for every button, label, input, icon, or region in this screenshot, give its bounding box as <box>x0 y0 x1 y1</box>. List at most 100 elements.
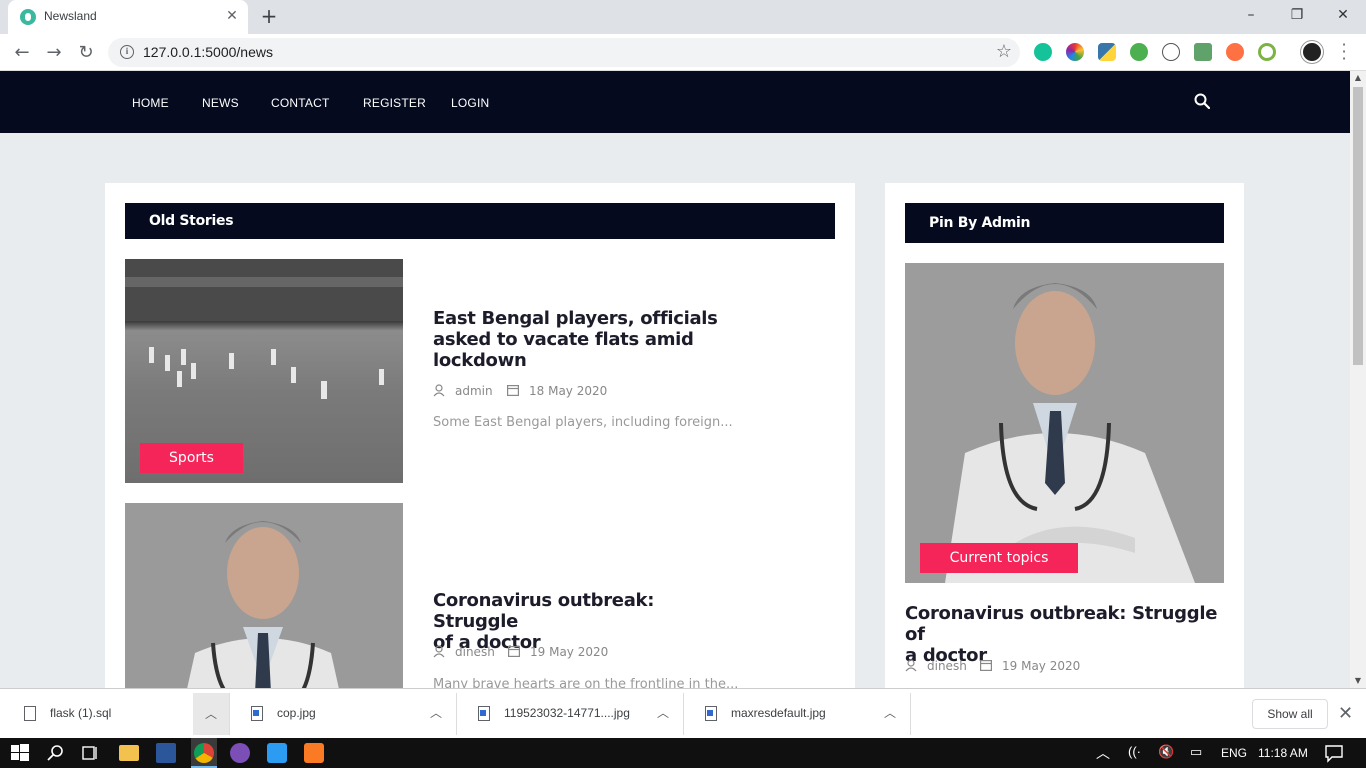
post-title[interactable]: East Bengal players, officials asked to … <box>433 308 733 371</box>
python-extension-icon[interactable] <box>1098 43 1116 61</box>
battery-icon[interactable]: ▭ <box>1190 744 1202 760</box>
address-url[interactable]: 127.0.0.1:5000/news <box>143 44 273 60</box>
section-title: Pin By Admin <box>929 215 1031 231</box>
title-line: Coronavirus outbreak: Struggle of <box>905 603 1218 645</box>
profile-avatar[interactable] <box>1301 41 1323 63</box>
nav-register[interactable]: REGISTER <box>363 96 426 110</box>
bookmark-star-icon[interactable]: ☆ <box>996 41 1012 62</box>
download-shelf: flask (1).sql ︿ cop.jpg ︿ 119523032-1477… <box>0 688 1366 738</box>
file-icon <box>24 706 36 721</box>
notifications-icon[interactable] <box>1324 743 1344 763</box>
download-item[interactable]: maxresdefault.jpg ︿ <box>685 693 911 735</box>
pinned-post-title[interactable]: Coronavirus outbreak: Struggle of a doct… <box>905 603 1224 666</box>
post-date: 18 May 2020 <box>529 384 608 398</box>
nav-login[interactable]: LOGIN <box>451 96 489 110</box>
post-author[interactable]: admin <box>455 384 493 398</box>
category-badge[interactable]: Current topics <box>920 543 1078 573</box>
download-filename[interactable]: maxresdefault.jpg <box>731 706 826 720</box>
chevron-up-icon[interactable]: ︿ <box>430 704 442 721</box>
reload-icon[interactable]: ↻ <box>72 39 100 67</box>
chevron-up-icon[interactable]: ︿ <box>193 693 229 735</box>
browser-tab-strip: Newsland ✕ + – ❐ ✕ <box>0 0 1366 34</box>
language-indicator[interactable]: ENG <box>1221 746 1247 760</box>
graduation-extension-icon[interactable] <box>1194 43 1212 61</box>
minimize-icon[interactable]: – <box>1228 0 1274 30</box>
download-filename[interactable]: flask (1).sql <box>50 706 111 720</box>
download-item[interactable]: 119523032-14771....jpg ︿ <box>458 693 684 735</box>
nav-news[interactable]: NEWS <box>202 96 239 110</box>
globe-extension-icon[interactable] <box>1130 43 1148 61</box>
scroll-thumb[interactable] <box>1353 87 1363 365</box>
windows-start-icon[interactable] <box>10 743 30 763</box>
pinned-card: Pin By Admin Current topics Coronavirus … <box>885 183 1244 688</box>
download-item[interactable]: cop.jpg ︿ <box>231 693 457 735</box>
scroll-up-icon[interactable]: ▲ <box>1350 71 1366 85</box>
page-scrollbar[interactable]: ▲ ▼ <box>1350 71 1366 688</box>
user-icon <box>433 645 445 658</box>
chevron-up-icon[interactable]: ︿ <box>657 704 669 721</box>
title-line: East Bengal players, officials <box>433 308 718 329</box>
post-author[interactable]: dinesh <box>927 659 967 673</box>
post-title[interactable]: Coronavirus outbreak: Struggle of a doct… <box>433 590 743 653</box>
browser-tab[interactable]: Newsland ✕ <box>8 0 248 34</box>
post-meta: admin 18 May 2020 <box>433 384 733 400</box>
post-date: 19 May 2020 <box>530 645 609 659</box>
post-excerpt: Some East Bengal players, including fore… <box>433 415 733 430</box>
volume-muted-icon[interactable]: 🔇 <box>1158 744 1174 760</box>
chrome-icon[interactable] <box>194 743 214 763</box>
address-bar[interactable]: i 127.0.0.1:5000/news ☆ <box>108 38 1020 67</box>
search-icon[interactable] <box>46 743 66 763</box>
restore-icon[interactable]: ❐ <box>1274 0 1320 30</box>
circle-extension-icon[interactable] <box>1258 43 1276 61</box>
chevron-up-icon[interactable]: ︿ <box>884 704 896 721</box>
back-icon[interactable]: ← <box>8 39 36 67</box>
doctor-illustration <box>945 283 1195 583</box>
show-hidden-icons-icon[interactable]: ︿ <box>1096 743 1110 763</box>
site-info-icon[interactable]: i <box>120 45 134 59</box>
post-date: 19 May 2020 <box>1002 659 1081 673</box>
doctor-image[interactable] <box>125 503 403 688</box>
nav-contact[interactable]: CONTACT <box>271 96 330 110</box>
wifi-icon[interactable]: ((· <box>1128 744 1141 759</box>
scroll-down-icon[interactable]: ▼ <box>1350 674 1366 688</box>
clock[interactable]: 11:18 AM <box>1258 746 1308 760</box>
pinned-doctor-image[interactable]: Current topics <box>905 263 1224 583</box>
calendar-icon <box>980 660 992 671</box>
search-icon[interactable] <box>1194 93 1210 109</box>
post-author[interactable]: dinesh <box>455 645 495 659</box>
browser-menu-icon[interactable]: · · · <box>1334 37 1354 67</box>
task-view-icon[interactable] <box>80 743 100 763</box>
color-picker-extension-icon[interactable] <box>1066 43 1084 61</box>
pinned-heading: Pin By Admin <box>905 203 1224 243</box>
code-extension-icon[interactable] <box>1162 43 1180 61</box>
show-all-button[interactable]: Show all <box>1252 699 1328 729</box>
site-navbar: HOME NEWS CONTACT REGISTER LOGIN <box>0 71 1350 133</box>
nav-home[interactable]: HOME <box>132 96 169 110</box>
file-explorer-icon[interactable] <box>119 745 139 761</box>
close-tab-icon[interactable]: ✕ <box>224 8 240 24</box>
download-filename[interactable]: 119523032-14771....jpg <box>504 706 630 720</box>
forward-icon[interactable]: → <box>40 39 68 67</box>
word-icon[interactable] <box>156 743 176 763</box>
xampp-icon[interactable] <box>304 743 324 763</box>
window-close-icon[interactable]: ✕ <box>1320 0 1366 30</box>
vscode-icon[interactable] <box>267 743 287 763</box>
close-shelf-icon[interactable]: ✕ <box>1338 703 1353 724</box>
image-file-icon <box>705 706 717 721</box>
download-item[interactable]: flask (1).sql ︿ <box>4 693 230 735</box>
grammarly-extension-icon[interactable] <box>1034 43 1052 61</box>
image-file-icon <box>251 706 263 721</box>
app-icon[interactable] <box>230 743 250 763</box>
tab-title: Newsland <box>44 9 97 23</box>
category-badge[interactable]: Sports <box>140 443 243 473</box>
download-filename[interactable]: cop.jpg <box>277 706 316 720</box>
cricket-match-image[interactable]: Sports <box>125 259 403 483</box>
post-meta: dinesh 19 May 2020 <box>905 659 1205 675</box>
calendar-icon <box>507 385 519 396</box>
new-tab-icon[interactable]: + <box>258 6 280 28</box>
section-title: Old Stories <box>149 213 234 229</box>
post-meta: dinesh 19 May 2020 <box>433 645 733 661</box>
page-viewport: HOME NEWS CONTACT REGISTER LOGIN Old Sto… <box>0 71 1350 688</box>
fire-extension-icon[interactable] <box>1226 43 1244 61</box>
title-line: Coronavirus outbreak: Struggle <box>433 590 655 632</box>
